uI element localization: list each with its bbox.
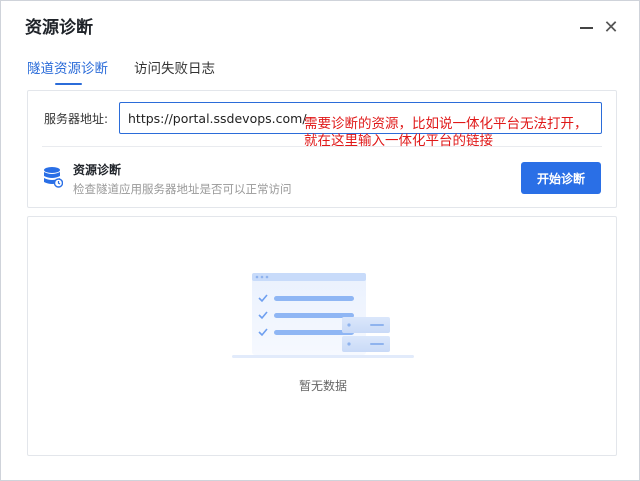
- diagnosis-description: 检查隧道应用服务器地址是否可以正常访问: [73, 182, 292, 196]
- tab-tunnel-diagnosis[interactable]: 隧道资源诊断: [27, 59, 108, 85]
- tab-access-failure-log[interactable]: 访问失败日志: [134, 59, 215, 79]
- dialog-title: 资源诊断: [25, 18, 93, 38]
- results-panel: 暂无数据: [27, 216, 617, 456]
- start-diagnosis-button[interactable]: 开始诊断: [521, 162, 601, 194]
- server-address-label: 服务器地址:: [44, 112, 109, 126]
- empty-data-illustration: [232, 273, 414, 358]
- close-button[interactable]: ✕: [601, 17, 621, 39]
- annotation-line-2: 就在这里输入一体化平台的链接: [304, 133, 493, 149]
- diagnosis-title: 资源诊断: [73, 163, 122, 177]
- red-annotation: 需要诊断的资源，比如说一体化平台无法打开， 就在这里输入一体化平台的链接: [304, 116, 588, 150]
- close-icon: ✕: [603, 17, 619, 38]
- database-icon: [44, 167, 63, 188]
- empty-data-text: 暂无数据: [298, 379, 347, 393]
- minimize-icon: [579, 27, 593, 29]
- annotation-line-1: 需要诊断的资源，比如说一体化平台无法打开，: [304, 116, 588, 132]
- minimize-button[interactable]: [576, 17, 596, 39]
- diagnosis-dialog: 资源诊断 ✕ 隧道资源诊断 访问失败日志 服务器地址: 资源诊断 检查隧道应用服…: [0, 0, 640, 481]
